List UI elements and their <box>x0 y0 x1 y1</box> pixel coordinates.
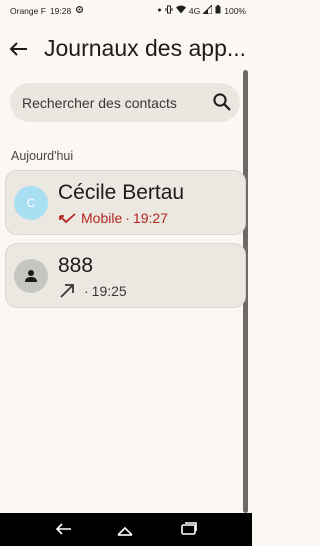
avatar: C <box>14 186 48 220</box>
vibrate-icon <box>165 5 173 16</box>
nav-recents-icon <box>181 522 197 535</box>
nav-back-button[interactable] <box>52 519 76 539</box>
carrier-label: Orange F <box>10 5 46 16</box>
status-bar: Orange F 19:28 4G 100% <box>0 0 252 20</box>
wifi-icon <box>175 5 186 16</box>
call-type-label: Mobile <box>81 210 123 226</box>
avatar-letter: C <box>26 196 36 210</box>
search-bar[interactable]: Rechercher des contacts <box>10 83 240 122</box>
battery-icon <box>215 5 221 16</box>
arrow-back-icon <box>9 42 27 56</box>
search-icon[interactable] <box>212 92 232 112</box>
navigation-bar <box>0 513 252 546</box>
page-title: Journaux des app... <box>44 35 247 61</box>
clock: 19:28 <box>49 5 72 16</box>
status-left: Orange F 19:28 <box>10 5 84 16</box>
call-time: 19:27 <box>132 210 168 226</box>
call-log-entry[interactable]: C Cécile Bertau Mobile · 19:27 <box>5 170 246 235</box>
detail-separator: · <box>84 283 89 299</box>
battery-level: 100% <box>224 5 246 16</box>
call-detail: · 19:25 <box>58 283 127 299</box>
detail-separator: · <box>125 210 130 226</box>
nav-home-icon <box>117 526 133 536</box>
missed-call-icon <box>59 213 76 224</box>
call-log-entry[interactable]: 888 · 19:25 <box>5 243 246 308</box>
nav-back-icon <box>55 523 71 535</box>
call-detail: Mobile · 19:27 <box>58 210 168 226</box>
dot-icon <box>157 6 162 16</box>
outgoing-call-icon <box>60 284 74 298</box>
nav-home-button[interactable] <box>113 519 137 539</box>
settings-status-icon <box>75 5 84 16</box>
network-type: 4G <box>188 5 201 16</box>
signal-icon <box>202 3 213 16</box>
nav-recents-button[interactable] <box>177 519 201 539</box>
section-header-today: Aujourd'hui <box>11 149 74 163</box>
contact-name: 888 <box>58 254 94 277</box>
search-input[interactable]: Rechercher des contacts <box>22 95 177 111</box>
app-bar: Journaux des app... <box>0 24 252 76</box>
avatar <box>14 259 48 293</box>
person-icon <box>25 270 37 282</box>
contact-name: Cécile Bertau <box>58 181 185 204</box>
status-right: 4G 100% <box>157 3 246 16</box>
call-time: 19:25 <box>91 283 127 299</box>
back-button[interactable] <box>6 36 32 62</box>
